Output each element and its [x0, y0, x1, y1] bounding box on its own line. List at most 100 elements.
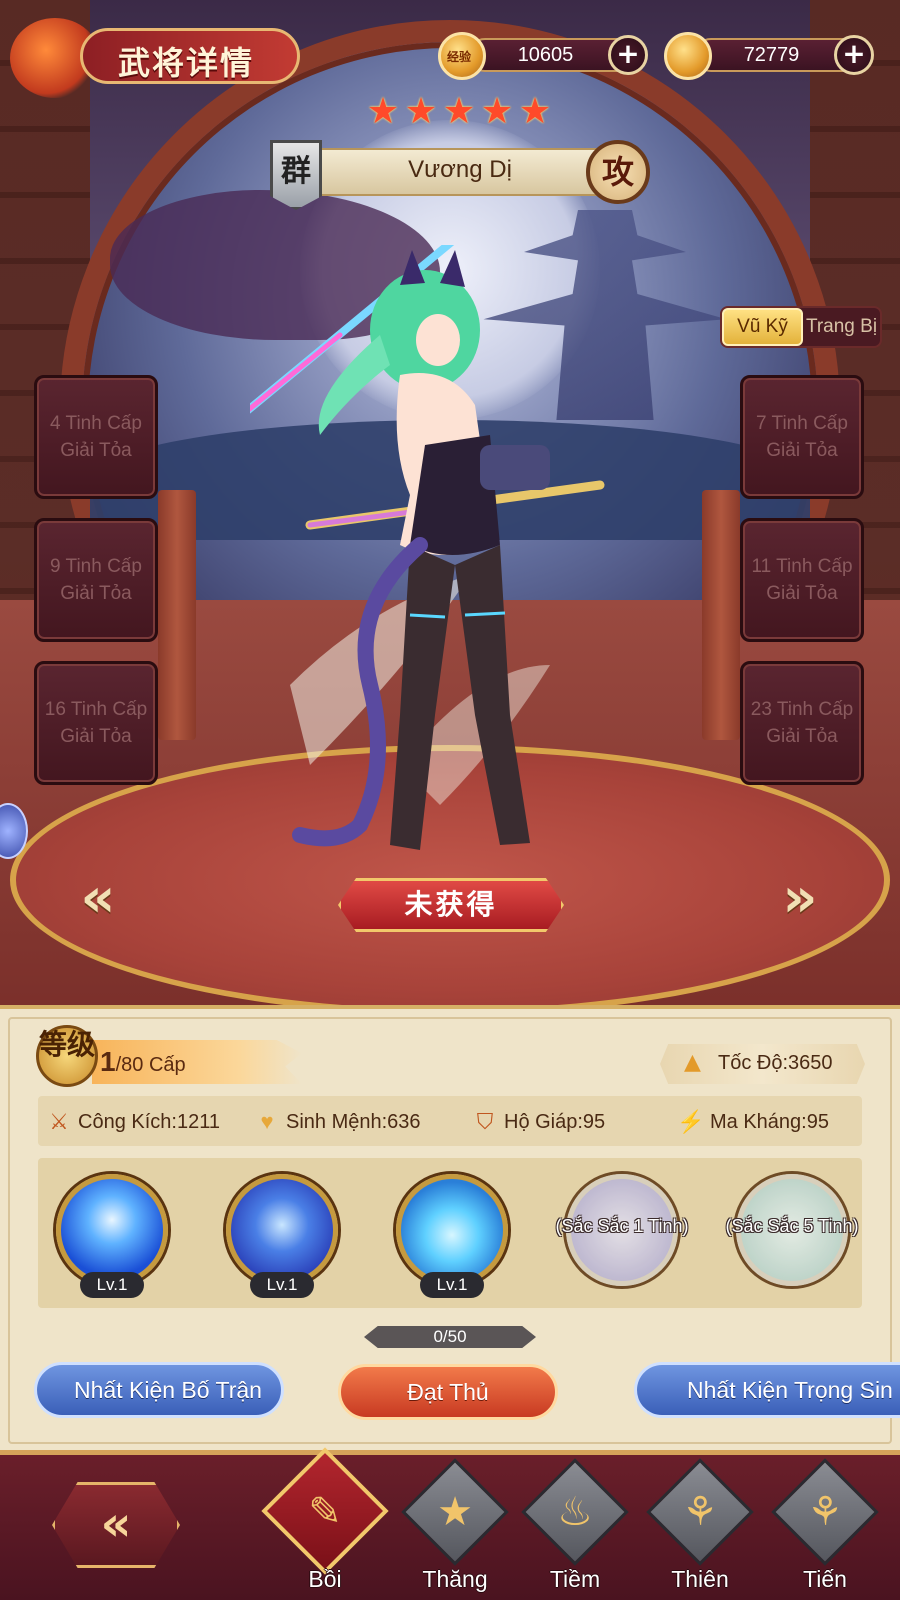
level-current: 1 — [100, 1046, 116, 1077]
star-icon: ★ — [437, 1489, 473, 1535]
slot-label-line2: Giải Tỏa — [60, 440, 132, 461]
level-indicator: 1/80 Cấp — [100, 1046, 186, 1078]
hero-status-label: 未获得 — [338, 878, 564, 932]
exp-value: 10605 — [517, 44, 574, 66]
slot-label: 11 Tinh Cấp Giải Tỏa — [743, 553, 861, 607]
exp-coin-label: 经验 — [447, 50, 472, 64]
tab-equipment[interactable]: Trang Bị — [803, 308, 880, 346]
locked-slot-11-star[interactable]: 11 Tinh Cấp Giải Tỏa — [740, 518, 864, 642]
fragment-progress-text: 0/50 — [433, 1327, 467, 1346]
lightning-shield-icon: ⚡ — [677, 1109, 705, 1134]
skill-slot-4-locked[interactable]: (Sắc Sắc 1 Tinh) — [555, 1172, 689, 1296]
nav-item-potential[interactable]: ♨ Tiềm — [520, 1458, 630, 1600]
speed-stat: ▲ Tốc Độ:3650 — [660, 1044, 865, 1084]
skill-level: Lv.1 — [420, 1272, 484, 1298]
slot-label-line2: Giải Tỏa — [60, 583, 132, 604]
skill-level: Lv.1 — [250, 1272, 314, 1298]
star-icon: ★ — [442, 91, 476, 132]
gold-coin-icon — [664, 32, 712, 80]
hp-value: Sinh Mệnh:636 — [286, 1110, 421, 1133]
skill-slot-3[interactable]: Lv.1 — [390, 1172, 514, 1298]
locked-slot-23-star[interactable]: 23 Tinh Cấp Giải Tỏa — [740, 661, 864, 785]
speed-value: Tốc Độ:3650 — [718, 1052, 833, 1074]
cultivate-icon: ✎ — [308, 1489, 342, 1535]
level-max: /80 Cấp — [115, 1054, 186, 1076]
fragment-progress-bar: 0/50 — [364, 1326, 536, 1348]
star-icon: ★ — [518, 91, 552, 132]
next-hero-arrow-icon[interactable]: » — [772, 870, 828, 926]
star-icon: ★ — [366, 91, 400, 132]
detail-tab-toggle: Vũ Kỹ Trang Bị — [720, 306, 882, 348]
star-icon: ★ — [404, 91, 438, 132]
slot-label-line1: 4 Tinh Cấp — [50, 413, 142, 434]
slot-label-line1: 11 Tinh Cấp — [751, 556, 853, 577]
nav-item-cultivate[interactable]: ✎ Bồi — [261, 1447, 389, 1600]
magic-resist-stat: ⚡ Ma Kháng:95 — [676, 1108, 829, 1136]
gold-value: 72779 — [743, 44, 800, 66]
auto-formation-button[interactable]: Nhất Kiện Bố Trận — [34, 1362, 284, 1418]
hero-character-portrait[interactable] — [250, 245, 610, 885]
tab-martial-skills[interactable]: Vũ Kỹ — [722, 308, 803, 346]
locked-slot-4-star[interactable]: 4 Tinh Cấp Giải Tỏa — [34, 375, 158, 499]
locked-slot-7-star[interactable]: 7 Tinh Cấp Giải Tỏa — [740, 375, 864, 499]
faction-badge: 群 — [270, 140, 322, 210]
skill-slot-5-locked[interactable]: (Sắc Sắc 5 Tinh) — [725, 1172, 859, 1296]
locked-slot-9-star[interactable]: 9 Tinh Cấp Giải Tỏa — [34, 518, 158, 642]
back-arrow-icon[interactable]: « — [52, 1482, 180, 1568]
exp-resource-bar: 经验 10605 + — [438, 32, 648, 80]
skill-unlock-requirement: (Sắc Sắc 5 Tinh) — [725, 1216, 859, 1236]
slot-label: 23 Tinh Cấp Giải Tỏa — [743, 696, 861, 750]
branch-icon: ⚘ — [682, 1489, 718, 1535]
skill-level: Lv.1 — [80, 1272, 144, 1298]
page-title-banner: 武将详情 — [10, 18, 310, 98]
hp-stat: ♥ Sinh Mệnh:636 — [252, 1108, 421, 1136]
exp-add-button[interactable]: + — [608, 35, 648, 75]
hero-name-plate: 群 Vương Dị 攻 — [270, 140, 650, 210]
gold-resource-bar: 72779 + — [664, 32, 874, 80]
star-icon: ★ — [480, 91, 514, 132]
slot-label-line2: Giải Tỏa — [60, 726, 132, 747]
boot-icon: ▲ — [684, 1050, 701, 1075]
heart-icon: ♥ — [260, 1109, 274, 1134]
nav-label: Tiềm — [549, 1566, 601, 1592]
slot-label-line2: Giải Tỏa — [766, 726, 838, 747]
armor-stat: ⛉ Hộ Giáp:95 — [470, 1108, 605, 1136]
slot-label-line2: Giải Tỏa — [766, 440, 838, 461]
nav-label: Thăng — [422, 1566, 488, 1592]
auto-rebirth-button[interactable]: Nhất Kiện Trọng Sin — [634, 1362, 900, 1418]
slot-label: 4 Tinh Cấp Giải Tỏa — [37, 410, 155, 464]
skill-unlock-requirement: (Sắc Sắc 1 Tinh) — [555, 1216, 689, 1236]
locked-slot-16-star[interactable]: 16 Tinh Cấp Giải Tỏa — [34, 661, 158, 785]
skill-2-icon — [226, 1174, 338, 1286]
attack-stat: ⚔ Công Kích:1211 — [44, 1108, 220, 1136]
magic-resist-value: Ma Kháng:95 — [710, 1110, 829, 1133]
flame-icon: ♨ — [557, 1489, 593, 1535]
slot-label: 9 Tinh Cấp Giải Tỏa — [37, 553, 155, 607]
skill-slot-2[interactable]: Lv.1 — [220, 1172, 344, 1298]
pillar-right — [702, 490, 740, 740]
nav-label: Thiên — [671, 1566, 729, 1592]
star-rating: ★ ★ ★ ★ ★ — [365, 94, 555, 134]
page-title: 武将详情 — [118, 44, 255, 82]
level-badge: 等级 — [36, 1025, 98, 1087]
armor-value: Hộ Giáp:95 — [504, 1110, 606, 1133]
nav-item-promote[interactable]: ★ Thăng — [400, 1458, 510, 1600]
crossed-swords-icon: ⚔ — [49, 1109, 69, 1134]
nav-item-advance[interactable]: ⚘ Tiến — [770, 1458, 880, 1600]
stats-row: ⚔ Công Kích:1211 ♥ Sinh Mệnh:636 ⛉ Hộ Gi… — [38, 1096, 862, 1146]
prev-hero-arrow-icon[interactable]: « — [70, 870, 126, 926]
exp-coin-icon: 经验 — [438, 32, 486, 80]
hero-name: Vương Dị — [408, 156, 512, 183]
branch-icon: ⚘ — [807, 1489, 843, 1535]
skill-slot-1[interactable]: Lv.1 — [50, 1172, 174, 1298]
obtain-button[interactable]: Đạt Thủ — [338, 1364, 558, 1420]
slot-label-line1: 7 Tinh Cấp — [756, 413, 848, 434]
nav-label: Tiến — [803, 1566, 847, 1592]
slot-label: 7 Tinh Cấp Giải Tỏa — [743, 410, 861, 464]
slot-label: 16 Tinh Cấp Giải Tỏa — [37, 696, 155, 750]
gold-add-button[interactable]: + — [834, 35, 874, 75]
attack-value: Công Kích:1211 — [78, 1110, 220, 1133]
nav-item-talent[interactable]: ⚘ Thiên — [645, 1458, 755, 1600]
skill-3-icon — [396, 1174, 508, 1286]
nav-label: Bồi — [308, 1566, 342, 1592]
